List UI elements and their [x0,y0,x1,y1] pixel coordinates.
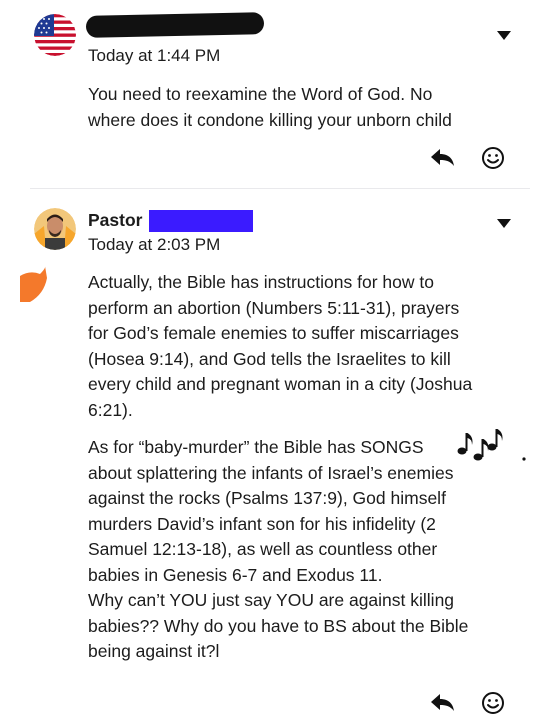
comment-line: Samuel 12:13-18), as well as countless o… [88,539,438,559]
comment-line: perform an abortion (Numbers 5:11-31), p… [88,297,460,318]
comment-line: for God’s female enemies to suffer misca… [88,323,459,343]
person-photo-icon [34,208,76,250]
comment-line: Actually, the Bible has instructions for… [88,272,434,292]
redacted-author-surname [149,210,253,232]
reply-icon[interactable] [430,147,456,169]
comment-timestamp: Today at 2:03 PM [88,235,221,254]
comment-divider [30,188,530,189]
comment-line: murders David’s infant son for his infid… [88,513,436,534]
music-notes-icon [457,429,526,461]
comment-timestamp: Today at 1:44 PM [88,46,221,65]
comment-line: babies in Genesis 6-7 and Exodus 11. [88,564,383,585]
comment-line: 6:21). [88,399,133,420]
comment-line: Why can’t YOU just say YOU are against k… [88,590,455,610]
smiley-face-glyph [482,692,504,714]
comment-line: every child and pregnant woman in a city… [88,374,473,394]
smiley-icon[interactable] [481,691,505,715]
comment-line: As for “baby-murder” the Bible has SONGS [88,429,528,461]
comment-line: against the rocks (Psalms 137:9), God hi… [88,488,446,508]
reply-arrow-glyph [431,149,454,166]
comment-body: Actually, the Bible has instructions for… [88,270,528,665]
us-flag-icon [34,14,76,56]
comment-line: where does it condone killing your unbor… [88,109,452,130]
comment-line-text: As for “baby-murder” the Bible has SONGS [88,437,424,457]
smiley-face-glyph [482,147,504,169]
author-name[interactable]: Pastor [88,210,142,231]
chevron-down-icon[interactable] [497,31,511,40]
redacted-author-name [85,12,265,38]
reply-icon[interactable] [430,692,456,714]
comment-body: You need to reexamine the Word of God. N… [88,82,528,133]
person-avatar[interactable] [34,208,76,250]
chevron-down-icon[interactable] [497,219,511,228]
smiley-icon[interactable] [481,146,505,170]
comment-line: You need to reexamine the Word of God. N… [88,84,433,104]
sticker-fragment-icon [20,266,47,302]
comment-line: being against it?l [88,641,220,661]
comment-line: about splattering the infants of Israel’… [88,462,454,483]
comment-line: babies?? Why do you have to BS about the… [88,615,469,636]
us-flag-avatar[interactable] [34,14,76,56]
comment-line: (Hosea 9:14), and God tells the Israelit… [88,348,451,369]
reply-arrow-glyph [431,694,454,711]
